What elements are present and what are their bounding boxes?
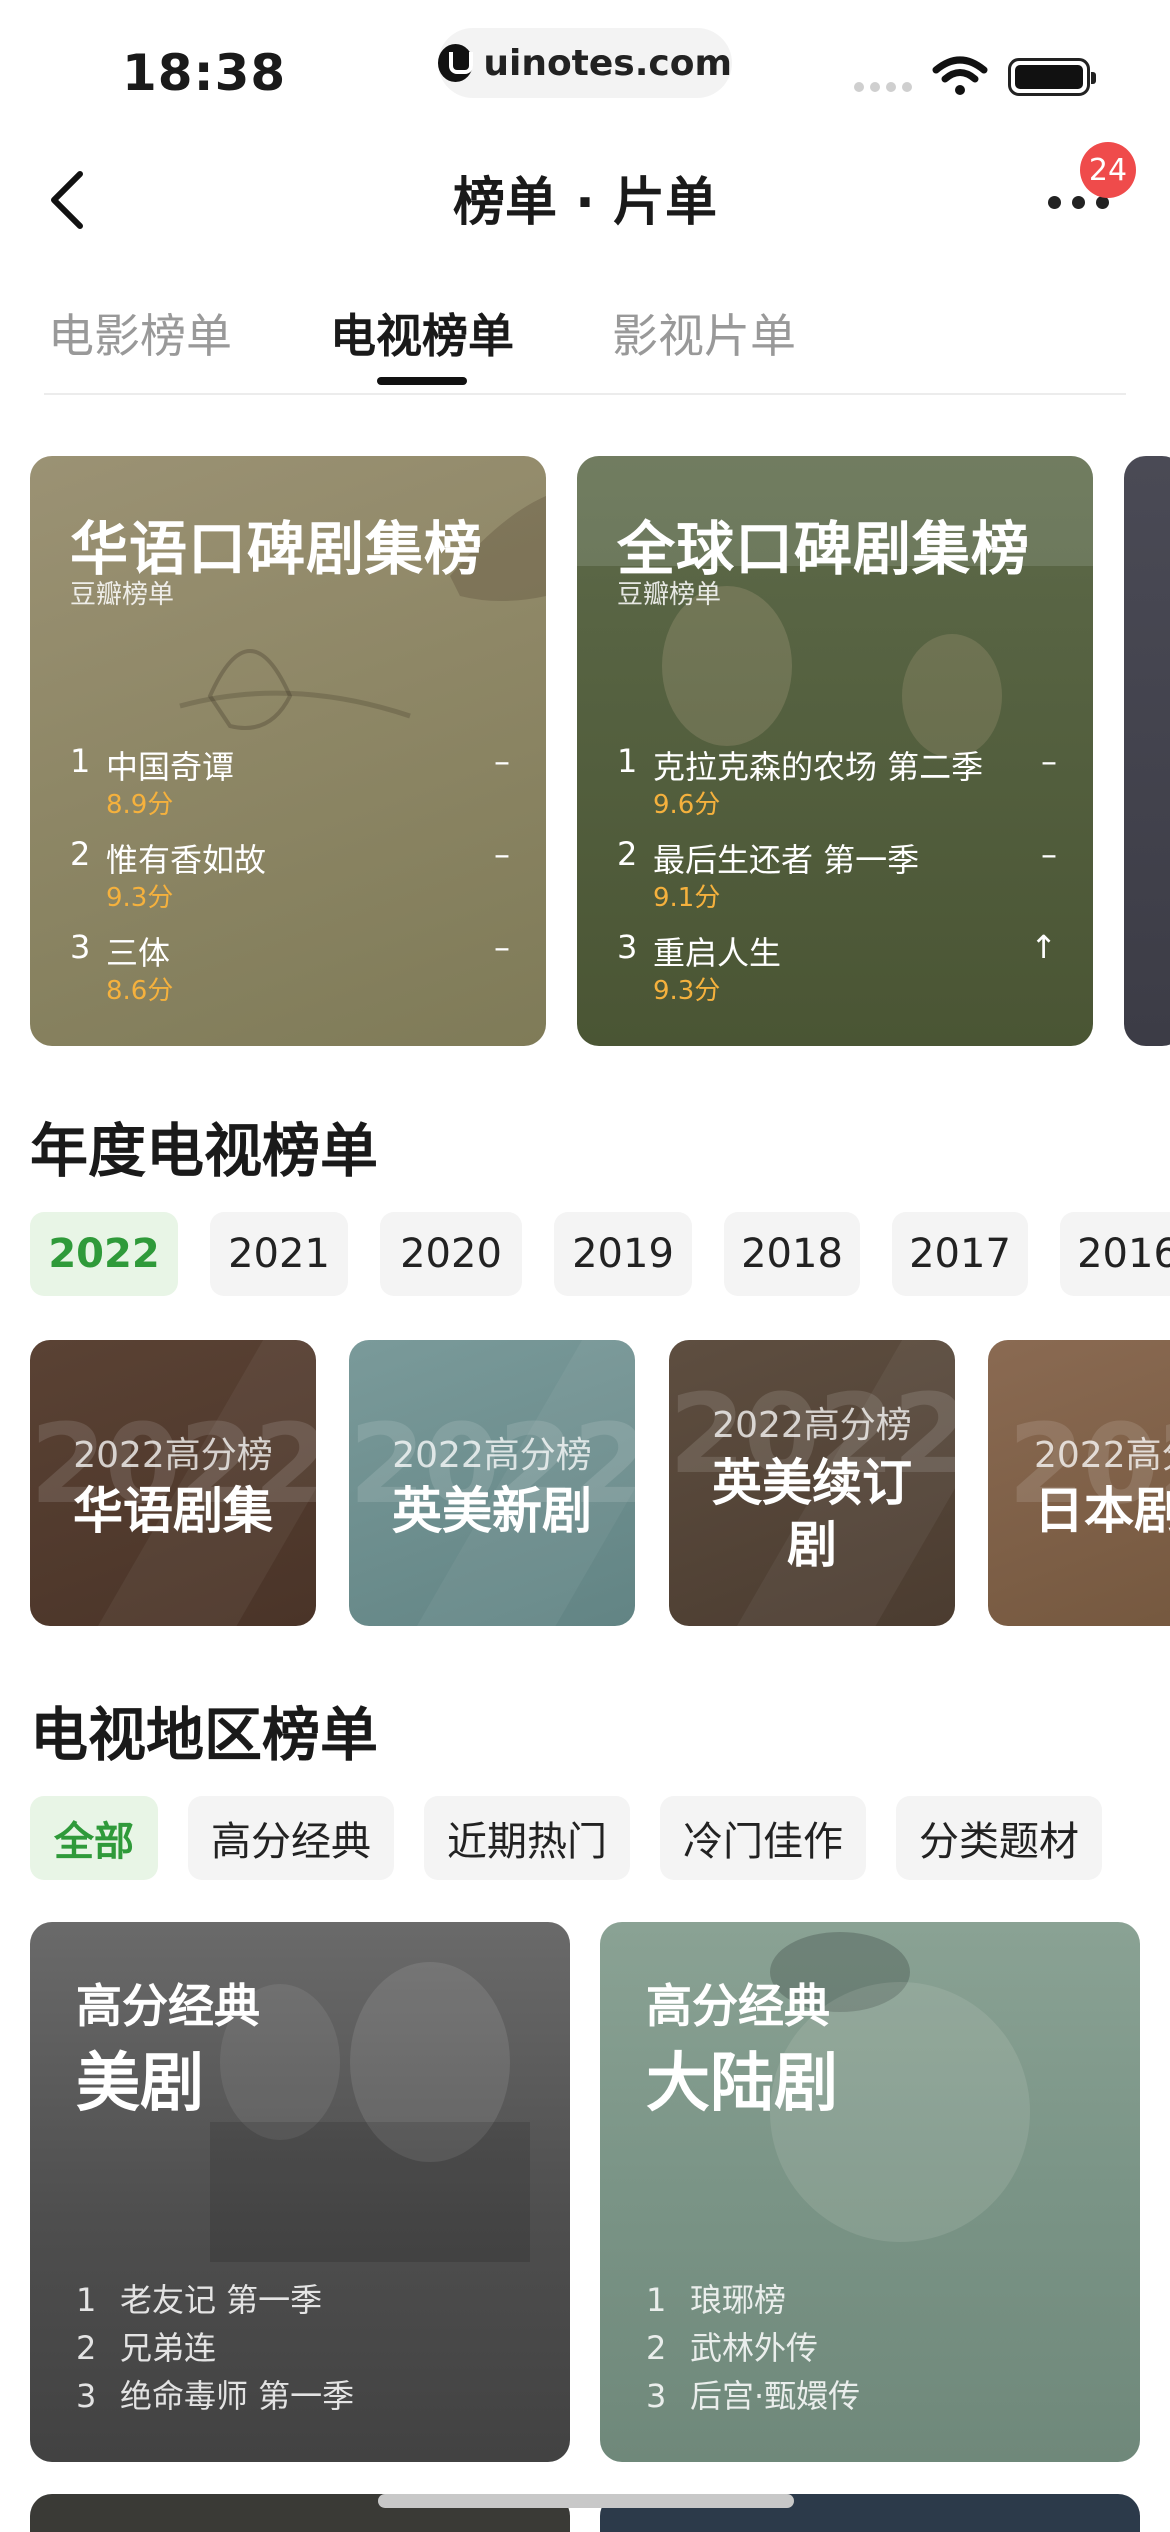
rank-number: 3 <box>70 928 91 966</box>
annual-card-japan[interactable]: 2022 2022高分榜 日本剧 <box>988 1340 1170 1626</box>
list-item[interactable]: 3 后宫·甄嬛传 <box>646 2372 860 2420</box>
show-title: 中国奇谭 <box>106 748 235 786</box>
region-card-subtitle: 高分经典 <box>76 1979 260 2033</box>
annual-card-renewed[interactable]: 2022 2022高分榜 英美续订剧 <box>669 1340 955 1626</box>
wifi-icon <box>932 56 988 95</box>
notification-badge: 24 <box>1080 142 1136 198</box>
region-card-us[interactable]: 高分经典 美剧 1 老友记 第一季 2 兄弟连 3 绝命毒师 第一季 <box>30 1922 570 2462</box>
section-title-annual: 年度电视榜单 <box>30 1117 379 1185</box>
year-chip-2020[interactable]: 2020 <box>380 1212 522 1296</box>
year-chip-2018[interactable]: 2018 <box>724 1212 860 1296</box>
rank-number: 1 <box>617 742 638 780</box>
annual-card-row[interactable]: 2022 2022高分榜 华语剧集 2022 2022高分榜 英美新剧 2022… <box>30 1340 1170 1626</box>
rank-item[interactable]: 3 三体 8.6分 – <box>70 928 510 1008</box>
filter-chip-classic[interactable]: 高分经典 <box>188 1796 394 1880</box>
rank-number: 3 <box>617 928 638 966</box>
year-chip-2022[interactable]: 2022 <box>30 1212 178 1296</box>
year-chip-2019[interactable]: 2019 <box>554 1212 692 1296</box>
show-title: 重启人生 <box>653 934 782 972</box>
rank-card-subtitle: 豆瓣榜单 <box>617 580 722 610</box>
rank-card-peek[interactable] <box>1124 456 1170 1046</box>
region-card-list: 1 琅琊榜 2 武林外传 3 后宫·甄嬛传 <box>646 2276 860 2420</box>
rank-number: 2 <box>70 835 91 873</box>
show-score: 9.1分 <box>653 883 721 913</box>
tab-movie-charts[interactable]: 电影榜单 <box>48 300 232 390</box>
show-score: 9.3分 <box>653 976 721 1006</box>
show-title: 最后生还者 第一季 <box>653 841 920 879</box>
section-title-region: 电视地区榜单 <box>30 1701 379 1769</box>
show-title: 惟有香如故 <box>106 841 267 879</box>
year-chip-2021[interactable]: 2021 <box>210 1212 348 1296</box>
site-logo-icon <box>438 44 474 82</box>
rank-item[interactable]: 1 克拉克森的农场 第二季 9.6分 – <box>617 742 1057 822</box>
show-score: 9.6分 <box>653 790 721 820</box>
rank-item[interactable]: 3 重启人生 9.3分 ↑ <box>617 928 1057 1008</box>
show-score: 8.6分 <box>106 976 174 1006</box>
year-filter-row: 2022 2021 2020 2019 2018 2017 2016 <box>30 1212 1170 1296</box>
annual-card-year: 2022高分榜 <box>712 1405 912 1446</box>
rank-carousel[interactable]: 华语口碑剧集榜 豆瓣榜单 1 中国奇谭 8.9分 – 2 惟有香如故 9.3分 … <box>30 456 1170 1046</box>
region-card-row: 高分经典 美剧 1 老友记 第一季 2 兄弟连 3 绝命毒师 第一季 高分经典 大陆剧… <box>30 1922 1170 2462</box>
region-filter-row: 全部 高分经典 近期热门 冷门佳作 分类题材 <box>30 1796 1102 1880</box>
page-title: 榜单 · 片单 <box>453 173 717 233</box>
trend-flat-icon: – <box>494 742 510 780</box>
region-card-title: 美剧 <box>76 2047 204 2121</box>
rank-card-subtitle: 豆瓣榜单 <box>70 580 175 610</box>
show-title: 三体 <box>106 934 171 972</box>
region-card-mainland[interactable]: 高分经典 大陆剧 1 琅琊榜 2 武林外传 3 后宫·甄嬛传 <box>600 1922 1140 2462</box>
trend-flat-icon: – <box>1041 835 1057 873</box>
rank-card-chinese[interactable]: 华语口碑剧集榜 豆瓣榜单 1 中国奇谭 8.9分 – 2 惟有香如故 9.3分 … <box>30 456 546 1046</box>
filter-chip-trending[interactable]: 近期热门 <box>424 1796 630 1880</box>
annual-card-new-us-uk[interactable]: 2022 2022高分榜 英美新剧 <box>349 1340 635 1626</box>
annual-card-year: 2022高分榜 <box>392 1435 592 1476</box>
list-item[interactable]: 1 老友记 第一季 <box>76 2276 354 2324</box>
annual-card-name: 华语剧集 <box>73 1482 273 1540</box>
trend-flat-icon: – <box>1041 742 1057 780</box>
status-bar: 18:38 uinotes.com <box>0 0 1170 120</box>
rank-card-global[interactable]: 全球口碑剧集榜 豆瓣榜单 1 克拉克森的农场 第二季 9.6分 – 2 最后生还… <box>577 456 1093 1046</box>
trend-flat-icon: – <box>494 835 510 873</box>
annual-card-chinese[interactable]: 2022 2022高分榜 华语剧集 <box>30 1340 316 1626</box>
rank-item[interactable]: 2 惟有香如故 9.3分 – <box>70 835 510 915</box>
show-title: 克拉克森的农场 第二季 <box>653 748 984 786</box>
year-chip-2016[interactable]: 2016 <box>1060 1212 1170 1296</box>
show-score: 9.3分 <box>106 883 174 913</box>
list-item[interactable]: 2 武林外传 <box>646 2324 860 2372</box>
trend-up-icon: ↑ <box>1030 928 1057 966</box>
tabs-divider <box>44 393 1126 395</box>
trend-flat-icon: – <box>494 928 510 966</box>
tab-bar: 电影榜单 电视榜单 影视片单 <box>48 300 796 390</box>
filter-chip-hidden-gems[interactable]: 冷门佳作 <box>660 1796 866 1880</box>
list-item[interactable]: 1 琅琊榜 <box>646 2276 860 2324</box>
filter-chip-all[interactable]: 全部 <box>30 1796 158 1880</box>
annual-card-year: 2022高分榜 <box>1034 1435 1170 1476</box>
list-item[interactable]: 2 兄弟连 <box>76 2324 354 2372</box>
region-card-list: 1 老友记 第一季 2 兄弟连 3 绝命毒师 第一季 <box>76 2276 354 2420</box>
year-chip-2017[interactable]: 2017 <box>892 1212 1028 1296</box>
region-card-title: 大陆剧 <box>646 2047 838 2121</box>
url-text: uinotes.com <box>483 42 732 84</box>
annual-card-year: 2022高分榜 <box>73 1435 273 1476</box>
rank-item[interactable]: 1 中国奇谭 8.9分 – <box>70 742 510 822</box>
battery-icon <box>1008 58 1096 96</box>
home-indicator[interactable] <box>378 2494 794 2508</box>
show-score: 8.9分 <box>106 790 174 820</box>
cellular-signal-icon <box>854 82 912 92</box>
rank-item[interactable]: 2 最后生还者 第一季 9.1分 – <box>617 835 1057 915</box>
annual-card-name: 日本剧 <box>1034 1482 1170 1540</box>
tab-lists[interactable]: 影视片单 <box>612 300 796 390</box>
url-pill[interactable]: uinotes.com <box>438 28 732 98</box>
list-item[interactable]: 3 绝命毒师 第一季 <box>76 2372 354 2420</box>
rank-number: 2 <box>617 835 638 873</box>
annual-card-name: 英美续订剧 <box>712 1454 912 1574</box>
filter-chip-genre[interactable]: 分类题材 <box>896 1796 1102 1880</box>
rank-number: 1 <box>70 742 91 780</box>
status-time: 18:38 <box>122 44 287 102</box>
region-card-subtitle: 高分经典 <box>646 1979 830 2033</box>
tab-tv-charts[interactable]: 电视榜单 <box>330 300 514 390</box>
annual-card-name: 英美新剧 <box>392 1482 592 1540</box>
